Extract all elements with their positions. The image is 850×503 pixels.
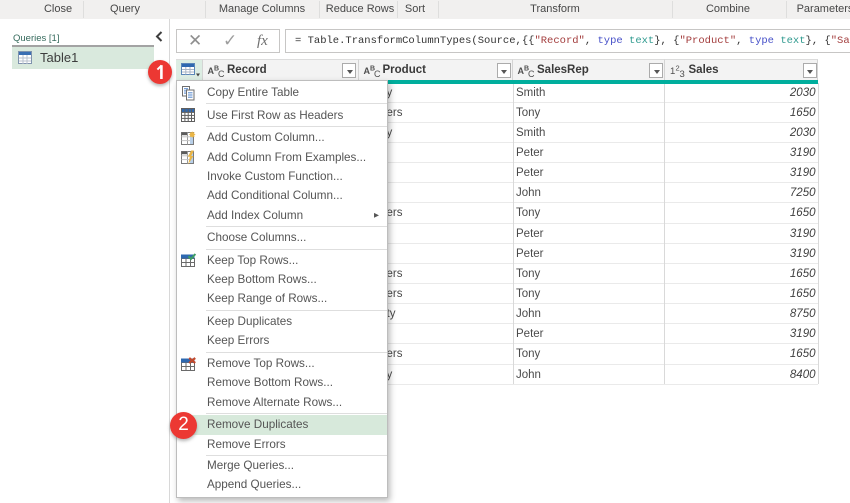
svg-text:1: 1: [670, 66, 675, 77]
svg-text:C: C: [218, 69, 225, 78]
svg-text:C: C: [374, 69, 381, 78]
svg-text:C: C: [528, 69, 535, 78]
svg-text:3: 3: [679, 69, 684, 78]
